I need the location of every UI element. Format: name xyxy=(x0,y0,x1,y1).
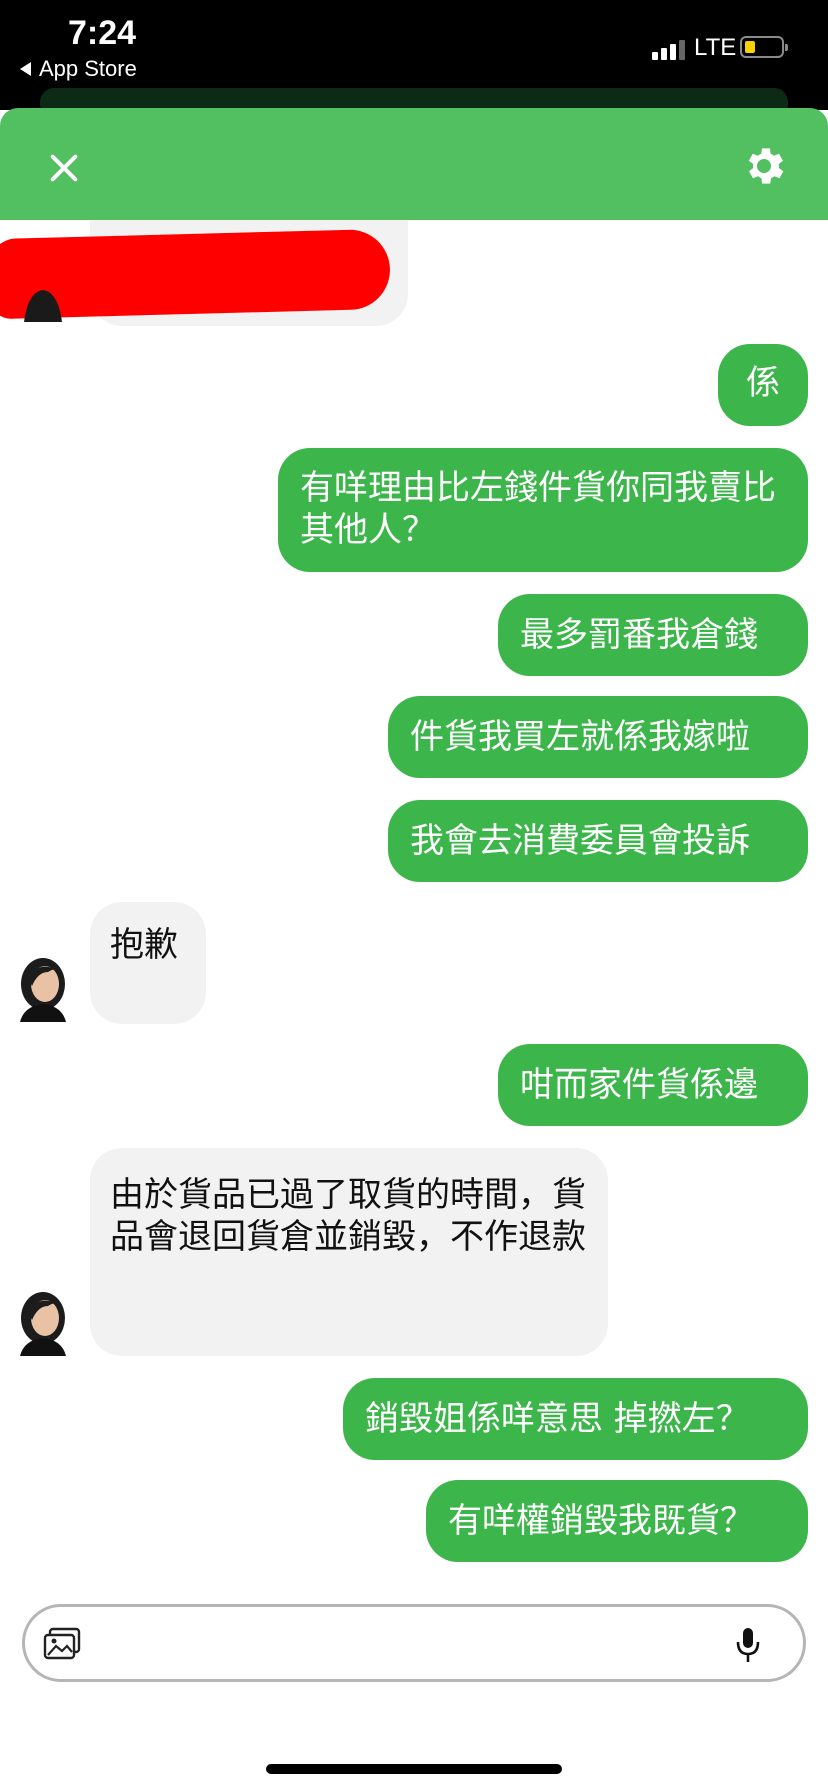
agent-avatar xyxy=(24,290,62,322)
message-incoming: 抱歉 xyxy=(90,902,206,1024)
back-to-app-store[interactable]: App Store xyxy=(20,56,137,82)
close-icon[interactable] xyxy=(36,140,92,196)
gear-icon[interactable] xyxy=(740,142,788,190)
agent-avatar xyxy=(20,958,66,1022)
status-bar: 7:24 App Store LTE xyxy=(0,0,828,118)
agent-avatar xyxy=(20,1292,66,1356)
message-outgoing: 件貨我買左就係我嫁啦 xyxy=(388,696,808,778)
chat-header xyxy=(0,108,828,220)
signal-icon xyxy=(652,38,685,60)
message-composer xyxy=(22,1604,806,1682)
message-outgoing: 最多罰番我倉錢 xyxy=(498,594,808,676)
back-app-label: App Store xyxy=(39,56,137,81)
network-type: LTE xyxy=(694,34,737,61)
status-time: 7:24 xyxy=(68,14,137,52)
chat-thread[interactable]: 係 有咩理由比左錢件貨你同我賣比其他人？ 最多罰番我倉錢 件貨我買左就係我嫁啦 … xyxy=(0,220,828,1590)
message-input[interactable] xyxy=(105,1615,709,1673)
gallery-icon[interactable] xyxy=(43,1627,81,1661)
message-outgoing: 有咩權銷毀我既貨？ xyxy=(426,1480,808,1562)
message-incoming: 由於貨品已過了取貨的時間，貨品會退回貨倉並銷毀，不作退款 xyxy=(90,1148,608,1356)
battery-icon xyxy=(740,36,788,58)
message-outgoing: 係 xyxy=(718,344,808,426)
message-outgoing: 我會去消費委員會投訴 xyxy=(388,800,808,882)
message-outgoing: 有咩理由比左錢件貨你同我賣比其他人？ xyxy=(278,448,808,572)
back-arrow-icon xyxy=(20,62,31,76)
microphone-icon[interactable] xyxy=(733,1625,763,1665)
home-indicator[interactable] xyxy=(266,1764,562,1774)
message-outgoing: 咁而家件貨係邊 xyxy=(498,1044,808,1126)
message-outgoing: 銷毀姐係咩意思 掉撚左？ xyxy=(343,1378,808,1460)
